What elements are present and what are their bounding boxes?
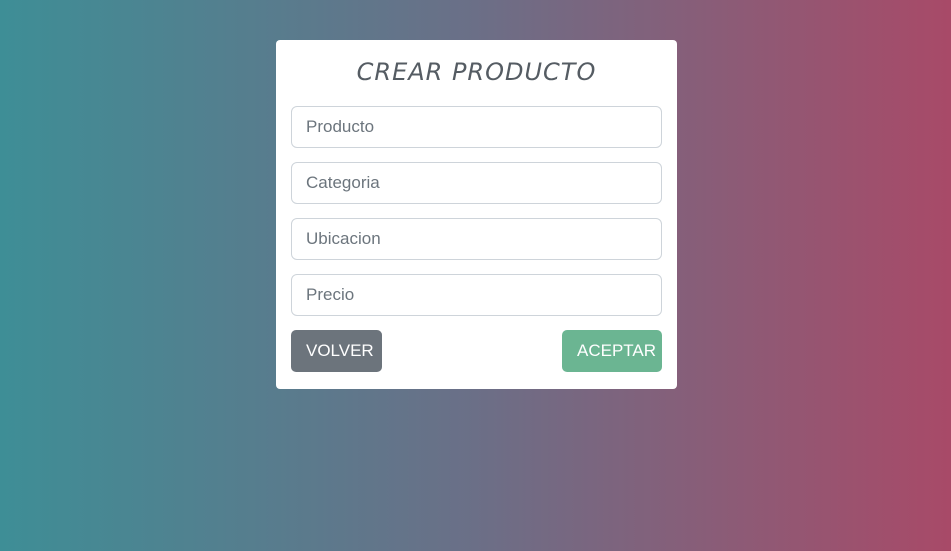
accept-button[interactable]: ACEPTAR	[562, 330, 662, 372]
back-button[interactable]: VOLVER	[291, 330, 382, 372]
form-fields	[291, 106, 662, 316]
precio-input[interactable]	[291, 274, 662, 316]
create-product-card: CREAR PRODUCTO VOLVER ACEPTAR	[276, 40, 677, 389]
categoria-input[interactable]	[291, 162, 662, 204]
form-title: CREAR PRODUCTO	[356, 58, 597, 86]
producto-input[interactable]	[291, 106, 662, 148]
form-actions: VOLVER ACEPTAR	[291, 330, 662, 372]
ubicacion-input[interactable]	[291, 218, 662, 260]
